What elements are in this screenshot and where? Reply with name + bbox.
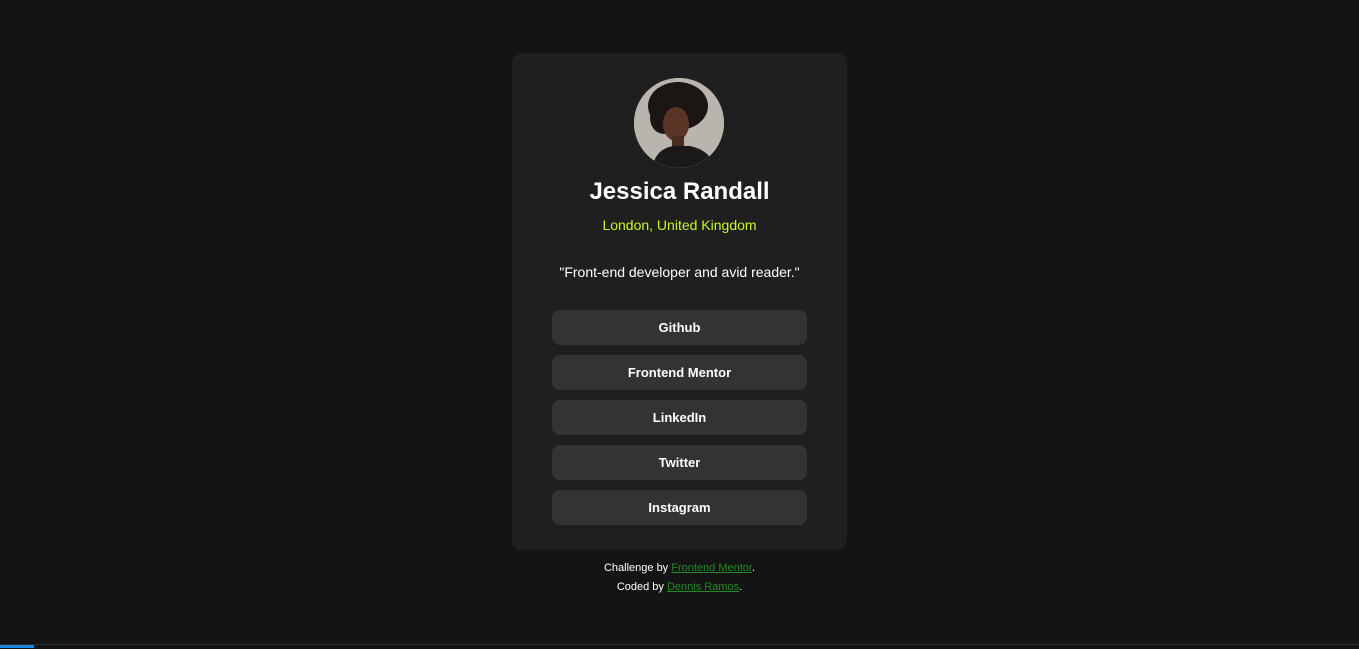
loading-progress-indicator xyxy=(0,645,34,648)
attribution: Challenge by Frontend Mentor. Coded by D… xyxy=(0,559,1359,597)
social-links: Github Frontend Mentor LinkedIn Twitter … xyxy=(552,310,807,535)
attribution-challenge-line: Challenge by Frontend Mentor. xyxy=(0,559,1359,578)
attribution-period: . xyxy=(739,581,743,593)
profile-bio: "Front-end developer and avid reader." xyxy=(559,264,800,280)
twitter-link-button[interactable]: Twitter xyxy=(552,445,807,480)
attribution-frontend-mentor-link[interactable]: Frontend Mentor xyxy=(671,562,752,574)
attribution-author-link[interactable]: Dennis Ramos xyxy=(667,581,739,593)
profile-location: London, United Kingdom xyxy=(602,217,757,233)
attribution-coded-line: Coded by Dennis Ramos. xyxy=(0,578,1359,597)
profile-name: Jessica Randall xyxy=(589,178,770,205)
avatar-image xyxy=(634,78,724,168)
attribution-coded-prefix: Coded by xyxy=(616,581,667,593)
page: Jessica Randall London, United Kingdom "… xyxy=(0,0,1359,649)
linkedin-link-button[interactable]: LinkedIn xyxy=(552,400,807,435)
instagram-link-button[interactable]: Instagram xyxy=(552,490,807,525)
github-link-button[interactable]: Github xyxy=(552,310,807,345)
frontend-mentor-link-button[interactable]: Frontend Mentor xyxy=(552,355,807,390)
avatar xyxy=(634,78,724,168)
profile-card: Jessica Randall London, United Kingdom "… xyxy=(512,53,847,550)
attribution-period: . xyxy=(751,562,756,574)
attribution-challenge-prefix: Challenge by xyxy=(603,562,672,574)
bottom-bar xyxy=(0,644,1359,649)
